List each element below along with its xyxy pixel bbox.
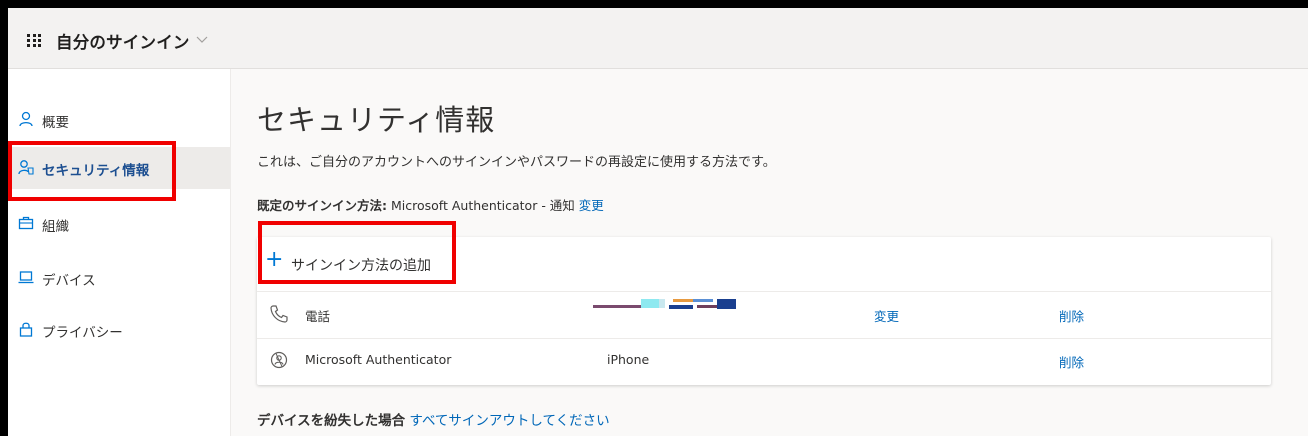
add-method-button[interactable]: サインイン方法の追加 — [291, 255, 431, 275]
redacted-phone-number — [593, 299, 736, 311]
nav-item-label: デバイス — [42, 273, 96, 289]
nav-item-organization[interactable]: 組織 — [8, 203, 230, 243]
authenticator-icon — [270, 351, 288, 369]
nav-item-security-info[interactable]: セキュリティ情報 — [8, 147, 230, 189]
sign-out-everywhere-link[interactable]: すべてサインアウトしてください — [409, 413, 609, 429]
default-signin-method: 既定のサインイン方法: Microsoft Authenticator - 通知… — [257, 195, 604, 214]
nav-item-privacy[interactable]: プライバシー — [8, 309, 230, 349]
default-method-label: 既定のサインイン方法: — [257, 198, 387, 213]
page-title: セキュリティ情報 — [257, 103, 496, 137]
briefcase-icon — [18, 216, 34, 230]
main-content: セキュリティ情報 これは、ご自分のアカウントへのサインインやパスワードの再設定に… — [231, 69, 1308, 436]
delete-link[interactable]: 削除 — [1059, 352, 1084, 371]
delete-link[interactable]: 削除 — [1059, 306, 1084, 325]
add-method-row: + サインイン方法の追加 — [257, 237, 1271, 292]
phone-icon — [270, 305, 288, 323]
method-name: Microsoft Authenticator — [305, 352, 452, 367]
change-default-link[interactable]: 変更 — [579, 198, 604, 213]
chevron-down-icon[interactable] — [196, 33, 208, 45]
method-row-phone: 電話 変更 削除 — [257, 292, 1271, 339]
methods-card: + サインイン方法の追加 電話 変更 削除 Microsoft Authenti… — [257, 237, 1271, 385]
method-name: 電話 — [305, 309, 331, 324]
method-row-authenticator: Microsoft Authenticator iPhone 削除 — [257, 338, 1271, 384]
plus-icon[interactable]: + — [265, 247, 283, 273]
app-title[interactable]: 自分のサインイン — [56, 29, 190, 53]
nav-item-overview[interactable]: 概要 — [8, 99, 230, 139]
app-launcher-icon[interactable] — [27, 34, 41, 47]
lost-device-line: デバイスを紛失した場合 すべてサインアウトしてください — [257, 409, 610, 429]
person-icon — [19, 111, 33, 127]
default-method-value: Microsoft Authenticator - 通知 — [390, 198, 575, 213]
security-info-icon — [18, 160, 34, 175]
lock-icon — [19, 322, 33, 337]
nav-item-label: プライバシー — [42, 325, 123, 341]
nav-item-label: 組織 — [42, 219, 69, 235]
page-description: これは、ご自分のアカウントへのサインインやパスワードの再設定に使用する方法です。 — [257, 155, 776, 170]
nav-item-label: セキュリティ情報 — [42, 163, 150, 179]
lost-device-label: デバイスを紛失した場合 — [257, 413, 406, 429]
laptop-icon — [18, 271, 34, 284]
nav-item-devices[interactable]: デバイス — [8, 257, 230, 297]
page-frame: 自分のサインイン 概要 セキュリティ情報 組織 デバイス プライバシー セキュリ… — [8, 8, 1308, 436]
change-link[interactable]: 変更 — [874, 306, 899, 325]
method-detail: iPhone — [607, 352, 650, 367]
left-nav: 概要 セキュリティ情報 組織 デバイス プライバシー — [8, 69, 231, 436]
top-header: 自分のサインイン — [8, 8, 1308, 69]
nav-item-label: 概要 — [42, 115, 69, 131]
